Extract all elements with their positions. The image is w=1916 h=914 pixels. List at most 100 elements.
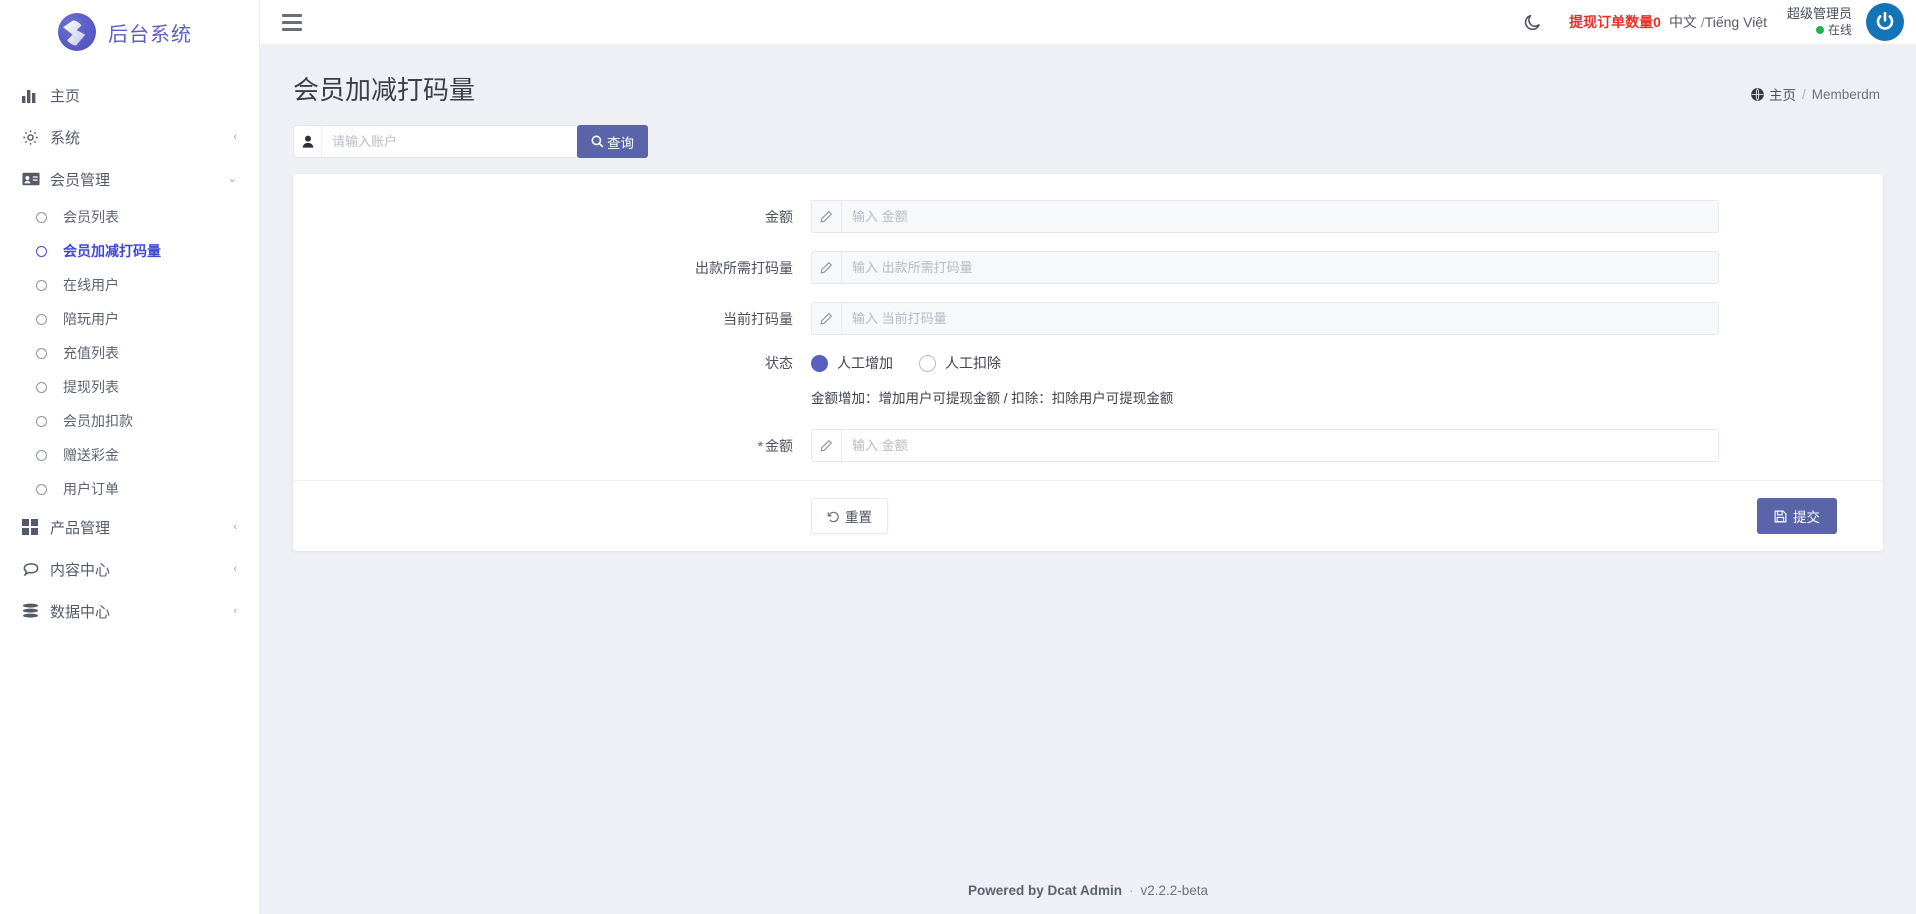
brand-logo[interactable]: 后台系统 — [0, 0, 259, 64]
circle-swoosh-logo-icon — [58, 13, 96, 51]
radio-label: 人工扣除 — [945, 355, 1001, 371]
database-icon — [22, 603, 50, 619]
search-button-label: 查询 — [607, 135, 634, 151]
sidebar-item-label: 数据中心 — [50, 603, 111, 621]
sidebar-subitem-recharge-list[interactable]: 充值列表 — [0, 336, 259, 370]
withdraw-order-count[interactable]: 提现订单数量0 — [1569, 12, 1661, 32]
submit-button-label: 提交 — [1793, 510, 1820, 525]
lang-zh-label[interactable]: 中文 — [1669, 14, 1697, 30]
search-icon — [591, 135, 604, 148]
sidebar-subitem-label: 充值列表 — [63, 345, 119, 361]
sidebar-item-content[interactable]: 内容中心 ‹ — [0, 548, 259, 590]
user-menu[interactable]: 超级管理员 在线 — [1787, 6, 1852, 37]
radio-manual-add[interactable]: 人工增加 — [811, 353, 893, 373]
submit-button[interactable]: 提交 — [1757, 498, 1837, 534]
sidebar-subitem-companion-users[interactable]: 陪玩用户 — [0, 302, 259, 336]
bar-chart-icon — [22, 88, 50, 103]
amount-label: * 金额 — [293, 436, 811, 456]
footer-version: v2.2.2-beta — [1140, 882, 1209, 898]
sidebar-item-member[interactable]: 会员管理 ⌄ — [0, 158, 259, 200]
form-card: 金额 出款所需打码量 当 — [293, 174, 1883, 551]
chevron-down-icon: ⌄ — [227, 172, 237, 185]
circle-icon — [36, 211, 47, 223]
sidebar-subitem-user-orders[interactable]: 用户订单 — [0, 472, 259, 506]
breadcrumb-home-link[interactable]: 主页 — [1751, 84, 1796, 104]
status-badge: 在线 — [1787, 23, 1852, 38]
amount-input-wrap[interactable] — [811, 429, 1719, 462]
admin-page: 后台系统 主页 系统 ‹ 会员管理 ⌄ 会员列表 会员加减打码量 在线用户 陪玩… — [0, 0, 1916, 914]
sidebar-nav: 主页 系统 ‹ 会员管理 ⌄ 会员列表 会员加减打码量 在线用户 陪玩用户 充值… — [0, 64, 259, 632]
breadcrumb-current: Memberdm — [1811, 86, 1880, 102]
chevron-left-icon: ‹ — [233, 520, 237, 533]
sidebar-subitem-label: 会员列表 — [63, 209, 119, 225]
form-row-hint: 金额增加：增加用户可提现金额 / 扣除：扣除用户可提现金额 — [293, 387, 1883, 407]
id-card-icon — [22, 172, 50, 186]
sidebar-subitem-label: 会员加扣款 — [63, 413, 133, 429]
sidebar-item-data[interactable]: 数据中心 ‹ — [0, 590, 259, 632]
globe-icon — [1751, 87, 1764, 101]
required-turnover-input[interactable] — [842, 252, 1718, 283]
radio-empty-icon — [919, 354, 936, 372]
page-footer: Powered by Dcat Admin · v2.2.2-beta — [260, 866, 1916, 914]
status-radio-group: 人工增加 人工扣除 — [811, 353, 1001, 373]
amount-label-text: 金额 — [765, 437, 793, 454]
amount-readonly-input[interactable] — [842, 201, 1718, 232]
footer-powered: Powered by Dcat Admin — [967, 882, 1122, 898]
sidebar-subitem-withdraw-list[interactable]: 提现列表 — [0, 370, 259, 404]
sidebar-subitem-label: 陪玩用户 — [63, 311, 119, 327]
circle-icon — [36, 347, 47, 359]
user-status-label: 在线 — [1827, 22, 1852, 37]
sidebar-subitem-memberdm[interactable]: 会员加减打码量 — [0, 234, 259, 268]
breadcrumb-home-label: 主页 — [1768, 88, 1796, 103]
grid-icon — [22, 519, 50, 535]
user-icon — [293, 125, 321, 158]
main-content: 会员加减打码量 主页 / Memberdm 请输入账户 查询 金额 输入 金额 … — [260, 44, 1916, 914]
sidebar-item-label: 内容中心 — [50, 561, 111, 579]
search-button[interactable]: 查询 — [577, 125, 648, 158]
pencil-icon — [812, 303, 842, 334]
lang-vi-label[interactable]: Tiếng Việt — [1705, 14, 1767, 30]
field-input-wrap[interactable] — [811, 200, 1719, 233]
amount-input[interactable] — [842, 430, 1718, 461]
form-row-current-turnover: 当前打码量 — [293, 302, 1883, 335]
sidebar-item-label: 会员管理 — [50, 171, 111, 189]
pencil-icon — [812, 430, 842, 461]
circle-icon — [36, 449, 47, 461]
field-input-wrap[interactable] — [811, 302, 1719, 335]
sidebar-subitem-member-adjust[interactable]: 会员加扣款 — [0, 404, 259, 438]
status-hint-text: 金额增加：增加用户可提现金额 / 扣除：扣除用户可提现金额 — [811, 391, 1174, 406]
save-icon — [1774, 510, 1787, 523]
moon-icon[interactable] — [1523, 12, 1543, 32]
field-input-wrap[interactable] — [811, 251, 1719, 284]
chevron-left-icon: ‹ — [233, 604, 237, 617]
sidebar-subitem-member-list[interactable]: 会员列表 — [0, 200, 259, 234]
sidebar-item-label: 产品管理 — [50, 519, 111, 537]
language-switcher[interactable]: 中文 /Tiếng Việt — [1669, 12, 1767, 32]
sidebar-item-system[interactable]: 系统 ‹ — [0, 116, 259, 158]
radio-manual-deduct[interactable]: 人工扣除 — [919, 353, 1001, 373]
form-row-required-turnover: 出款所需打码量 — [293, 251, 1883, 284]
sidebar-subitem-bonus[interactable]: 赠送彩金 — [0, 438, 259, 472]
reset-button[interactable]: 重置 — [811, 498, 888, 534]
search-input[interactable] — [321, 125, 577, 158]
circle-icon — [36, 245, 47, 257]
required-asterisk: * — [757, 437, 763, 454]
search-toolbar: 查询 — [260, 107, 1916, 158]
hamburger-icon[interactable] — [282, 13, 302, 31]
sidebar-item-product[interactable]: 产品管理 ‹ — [0, 506, 259, 548]
circle-icon — [36, 381, 47, 393]
avatar[interactable] — [1866, 3, 1904, 41]
sidebar-item-label: 系统 — [50, 129, 81, 147]
status-label: 状态 — [765, 355, 793, 371]
form-row-amount: * 金额 — [293, 429, 1883, 462]
sidebar: 后台系统 主页 系统 ‹ 会员管理 ⌄ 会员列表 会员加减打码量 在线用户 陪玩… — [0, 0, 260, 914]
sidebar-item-home[interactable]: 主页 — [0, 74, 259, 116]
sidebar-subitem-online-users[interactable]: 在线用户 — [0, 268, 259, 302]
current-turnover-input[interactable] — [842, 303, 1718, 334]
brand-name: 后台系统 — [108, 23, 192, 46]
footer-separator: · — [1128, 882, 1134, 898]
undo-icon — [827, 510, 840, 523]
circle-icon — [36, 483, 47, 495]
circle-icon — [36, 279, 47, 291]
breadcrumb-separator: / — [1801, 86, 1806, 102]
